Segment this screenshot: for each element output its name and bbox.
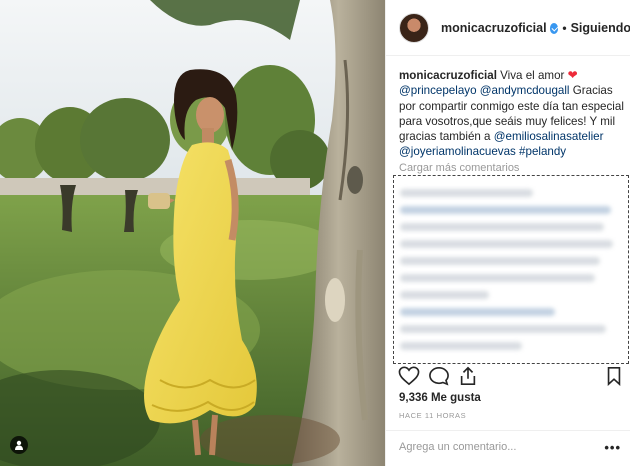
- hashtag-link[interactable]: #pelandy: [519, 145, 566, 158]
- blurred-comment-line: [400, 308, 556, 316]
- blurred-comments-region: [393, 175, 629, 364]
- bookmark-icon[interactable]: [606, 366, 622, 386]
- post-header: monicacruzoficial • Siguiendo: [386, 0, 630, 56]
- blurred-comment-line: [400, 325, 607, 333]
- photo-scene: [0, 0, 385, 466]
- user-tag-icon[interactable]: [10, 436, 28, 454]
- heart-emoji-icon: ❤: [567, 68, 578, 82]
- person-glyph: [15, 440, 23, 450]
- post-photo[interactable]: [0, 0, 385, 466]
- comment-bubble-icon[interactable]: [428, 366, 450, 386]
- blurred-comment-line: [400, 223, 605, 231]
- blurred-comment-line: [400, 274, 596, 282]
- blurred-comment-line: [400, 206, 611, 214]
- mention-link[interactable]: @emiliosalinasatelier: [494, 130, 604, 143]
- avatar[interactable]: [399, 12, 429, 43]
- mention-link[interactable]: @joyeriamolinacuevas: [399, 145, 516, 158]
- post-caption: monicacruzoficial Viva el amor ❤ @prince…: [399, 68, 625, 160]
- caption-text: Viva el amor: [496, 69, 568, 82]
- more-options-icon[interactable]: •••: [604, 440, 621, 455]
- add-comment-section: •••: [386, 430, 630, 466]
- blurred-comment-line: [400, 342, 523, 350]
- separator-dot: •: [562, 20, 567, 35]
- like-heart-icon[interactable]: [398, 366, 420, 386]
- header-username[interactable]: monicacruzoficial: [441, 21, 547, 35]
- blurred-comment-line: [400, 189, 534, 197]
- action-bar: [398, 366, 624, 390]
- mention-link[interactable]: @princepelayo: [399, 84, 477, 97]
- caption-username[interactable]: monicacruzoficial: [399, 69, 497, 82]
- mention-link[interactable]: @andymcdougall: [480, 84, 570, 97]
- post-side-panel: monicacruzoficial • Siguiendo monicacruz…: [385, 0, 630, 466]
- share-icon[interactable]: [458, 366, 478, 386]
- following-button[interactable]: Siguiendo: [571, 21, 630, 35]
- verified-badge-icon: [549, 23, 559, 34]
- comment-input[interactable]: [399, 441, 599, 453]
- load-more-comments-link[interactable]: Cargar más comentarios: [399, 162, 519, 174]
- blurred-comment-line: [400, 240, 614, 248]
- blurred-comment-line: [400, 257, 600, 265]
- post-timestamp[interactable]: HACE 11 HORAS: [399, 411, 466, 420]
- blurred-comment-line: [400, 291, 489, 299]
- likes-count[interactable]: 9,336 Me gusta: [399, 392, 481, 404]
